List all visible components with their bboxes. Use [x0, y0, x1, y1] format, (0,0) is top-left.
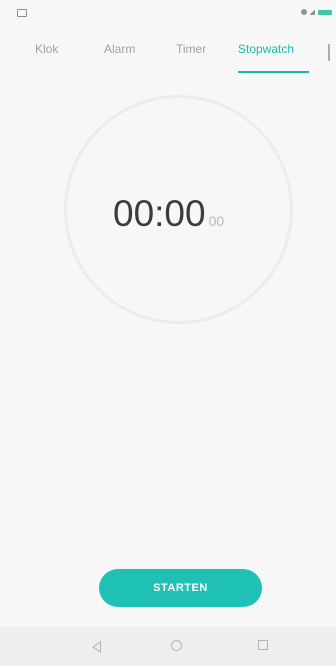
stopwatch-time-main: 00:00 — [113, 193, 206, 234]
signal-icon — [310, 9, 315, 15]
tab-klok[interactable]: Klok — [35, 42, 58, 56]
tab-alarm[interactable]: Alarm — [104, 42, 135, 56]
home-icon[interactable] — [171, 640, 182, 651]
stopwatch-screen: Klok Alarm Timer Stopwatch 00:00 00 STAR… — [0, 0, 336, 666]
start-button[interactable]: STARTEN — [99, 569, 262, 607]
battery-icon — [318, 9, 332, 15]
more-options-icon[interactable] — [328, 44, 330, 61]
tab-bar: Klok Alarm Timer Stopwatch — [0, 26, 336, 73]
stopwatch-time: 00:00 00 — [113, 193, 224, 235]
tab-timer[interactable]: Timer — [176, 42, 206, 56]
notification-icon — [17, 9, 27, 17]
recent-apps-icon[interactable] — [258, 640, 268, 650]
status-icons — [301, 6, 332, 18]
back-icon[interactable] — [92, 641, 101, 653]
status-bar — [0, 0, 336, 26]
wifi-icon — [301, 9, 307, 15]
tab-stopwatch[interactable]: Stopwatch — [238, 42, 294, 56]
active-tab-indicator — [238, 71, 309, 73]
navigation-bar — [0, 627, 336, 666]
stopwatch-time-hundredths: 00 — [208, 213, 225, 229]
